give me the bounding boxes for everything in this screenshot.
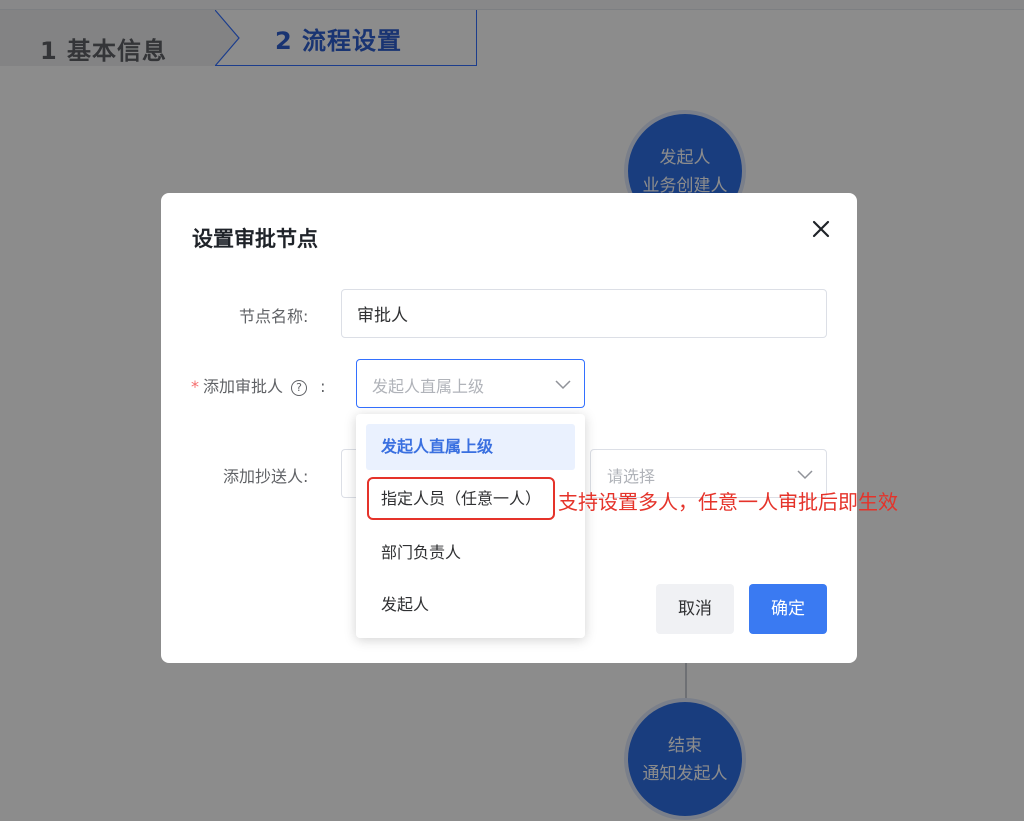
dropdown-option-direct-superior[interactable]: 发起人直属上级 bbox=[366, 424, 575, 470]
approver-select[interactable]: 发起人直属上级 bbox=[356, 359, 585, 408]
confirm-button[interactable]: 确定 bbox=[749, 584, 827, 634]
required-mark: * bbox=[191, 377, 199, 396]
cc-label: 添加抄送人: bbox=[223, 467, 309, 486]
annotation-highlight-box bbox=[367, 477, 555, 520]
dropdown-option-initiator[interactable]: 发起人 bbox=[366, 582, 575, 628]
approver-label-text: 添加审批人 bbox=[203, 377, 284, 396]
approver-select-placeholder: 发起人直属上级 bbox=[372, 377, 485, 396]
close-icon[interactable] bbox=[807, 215, 835, 243]
approver-label-colon: : bbox=[320, 377, 326, 396]
chevron-down-icon bbox=[797, 470, 813, 480]
dropdown-option-department-head[interactable]: 部门负责人 bbox=[366, 530, 575, 576]
node-name-label: 节点名称: bbox=[239, 307, 309, 326]
approver-dropdown: 发起人直属上级 指定人员（任意一人） 部门负责人 发起人 bbox=[356, 414, 585, 638]
cc-select-placeholder: 请选择 bbox=[607, 467, 656, 486]
annotation-text: 支持设置多人，任意一人审批后即生效 bbox=[558, 490, 898, 514]
cancel-button[interactable]: 取消 bbox=[656, 584, 734, 634]
node-name-input[interactable] bbox=[341, 289, 827, 338]
approver-label: * 添加审批人? : bbox=[191, 373, 326, 397]
chevron-down-icon bbox=[555, 380, 571, 390]
dialog-title: 设置审批节点 bbox=[192, 227, 318, 251]
help-icon[interactable]: ? bbox=[291, 380, 308, 396]
